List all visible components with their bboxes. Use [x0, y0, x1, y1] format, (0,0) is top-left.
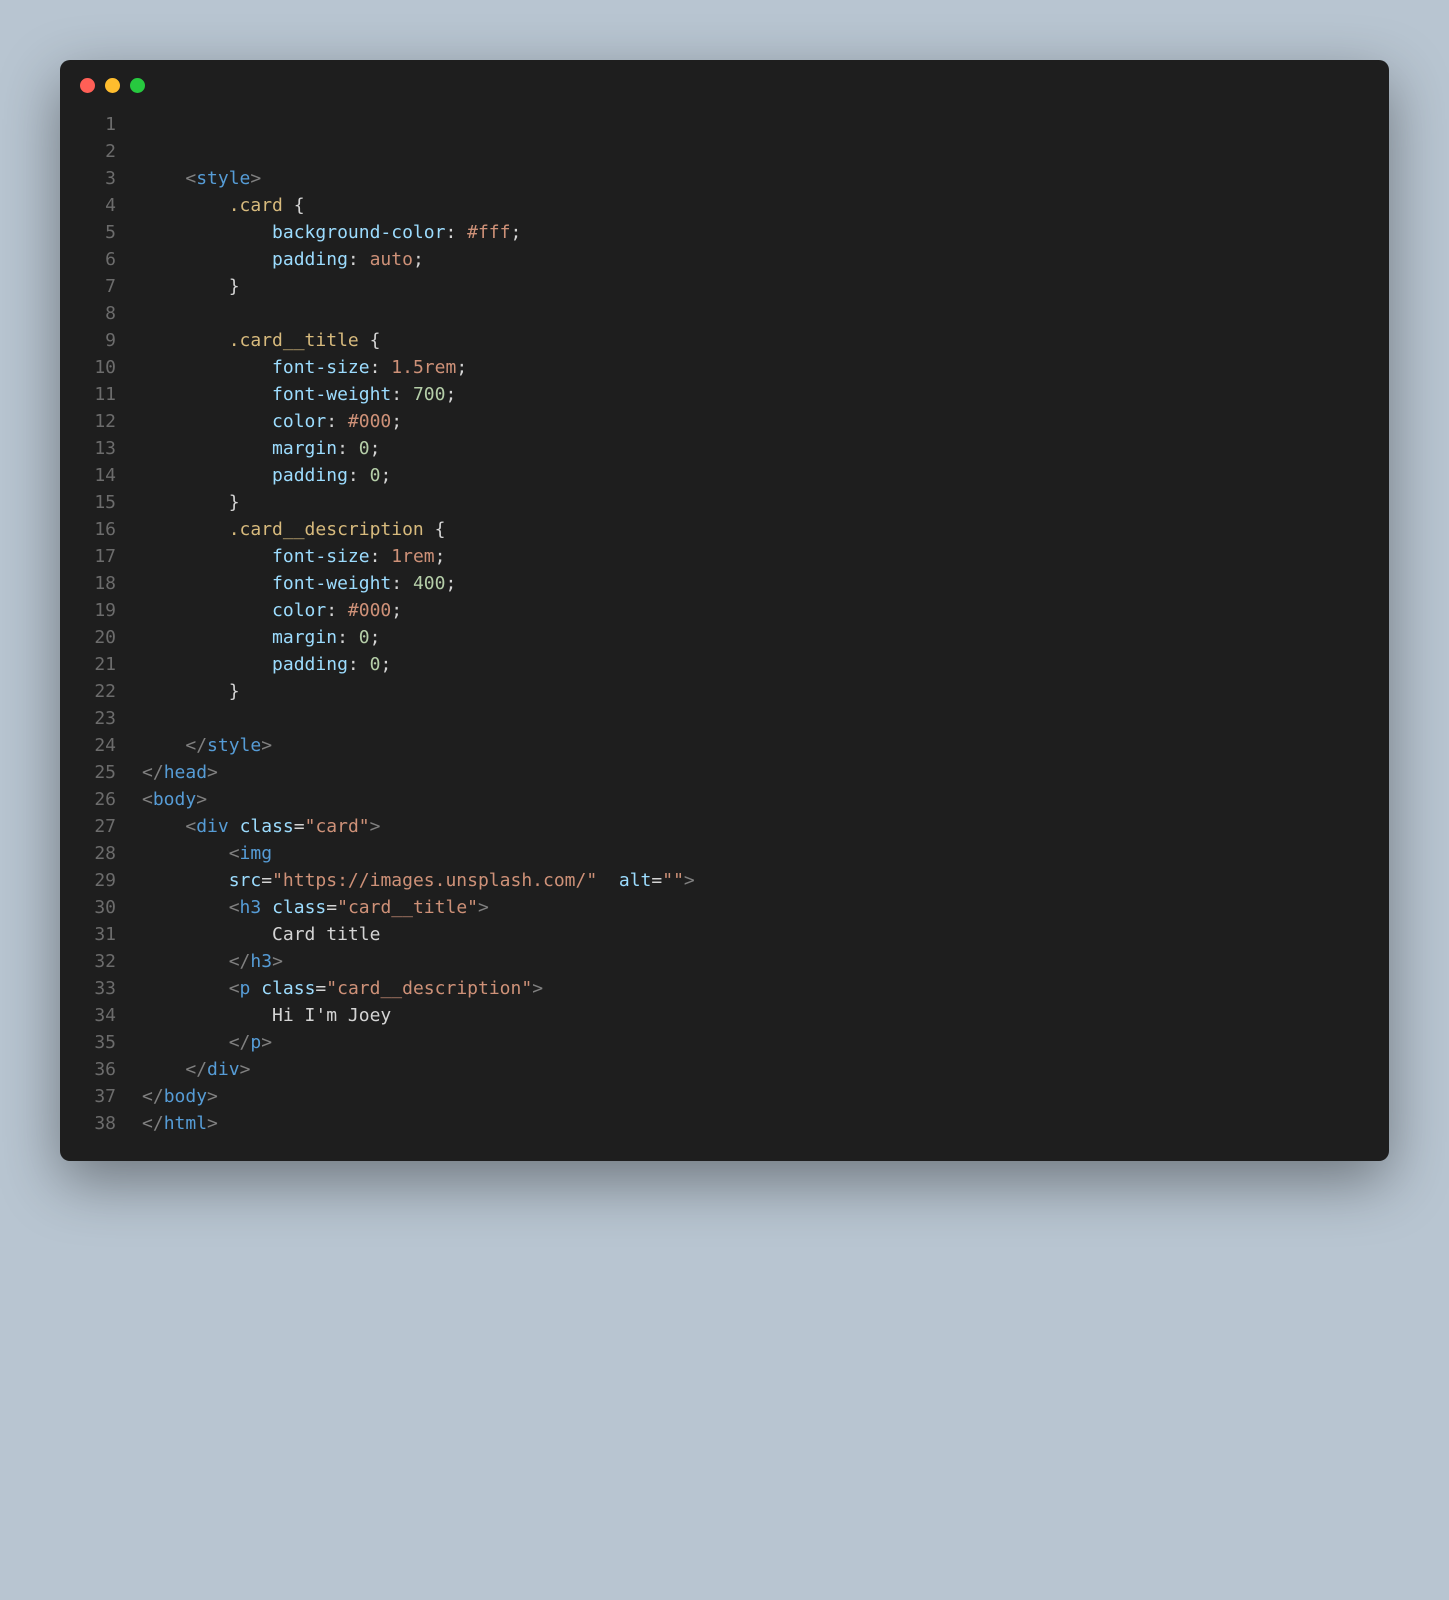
- code-editor-window: 1 2 3 <style> 4 .card { 5 background-col…: [60, 60, 1389, 1161]
- code-line: 3 <style>: [80, 165, 1369, 192]
- line-number: 1: [80, 111, 116, 138]
- line-number: 4: [80, 192, 116, 219]
- code-line: 32 </h3>: [80, 948, 1369, 975]
- line-number: 14: [80, 462, 116, 489]
- line-number: 17: [80, 543, 116, 570]
- line-number: 33: [80, 975, 116, 1002]
- code-line: 10 font-size: 1.5rem;: [80, 354, 1369, 381]
- code-line: 33 <p class="card__description">: [80, 975, 1369, 1002]
- code-line: 16 .card__description {: [80, 516, 1369, 543]
- minimize-icon[interactable]: [105, 78, 120, 93]
- line-number: 8: [80, 300, 116, 327]
- code-line: 7 }: [80, 273, 1369, 300]
- code-line: 22 }: [80, 678, 1369, 705]
- line-number: 6: [80, 246, 116, 273]
- code-line: 6 padding: auto;: [80, 246, 1369, 273]
- code-line: 20 margin: 0;: [80, 624, 1369, 651]
- code-line: 30 <h3 class="card__title">: [80, 894, 1369, 921]
- code-line: 11 font-weight: 700;: [80, 381, 1369, 408]
- line-number: 28: [80, 840, 116, 867]
- line-number: 38: [80, 1110, 116, 1137]
- line-number: 24: [80, 732, 116, 759]
- line-number: 5: [80, 219, 116, 246]
- line-number: 11: [80, 381, 116, 408]
- code-line: 38</html>: [80, 1110, 1369, 1137]
- code-line: 37</body>: [80, 1083, 1369, 1110]
- code-line: 1: [80, 111, 1369, 138]
- line-number: 7: [80, 273, 116, 300]
- line-number: 30: [80, 894, 116, 921]
- line-number: 35: [80, 1029, 116, 1056]
- line-number: 9: [80, 327, 116, 354]
- code-line: 4 .card {: [80, 192, 1369, 219]
- code-line: 17 font-size: 1rem;: [80, 543, 1369, 570]
- code-line: 18 font-weight: 400;: [80, 570, 1369, 597]
- code-line: 27 <div class="card">: [80, 813, 1369, 840]
- code-line: 13 margin: 0;: [80, 435, 1369, 462]
- code-line: 35 </p>: [80, 1029, 1369, 1056]
- code-line: 24 </style>: [80, 732, 1369, 759]
- line-number: 19: [80, 597, 116, 624]
- code-line: 23: [80, 705, 1369, 732]
- code-line: 2: [80, 138, 1369, 165]
- code-line: 5 background-color: #fff;: [80, 219, 1369, 246]
- line-number: 10: [80, 354, 116, 381]
- code-line: 29 src="https://images.unsplash.com/" al…: [80, 867, 1369, 894]
- line-number: 2: [80, 138, 116, 165]
- line-number: 32: [80, 948, 116, 975]
- code-line: 19 color: #000;: [80, 597, 1369, 624]
- line-number: 15: [80, 489, 116, 516]
- title-bar: [60, 60, 1389, 111]
- code-line: 8: [80, 300, 1369, 327]
- line-number: 36: [80, 1056, 116, 1083]
- line-number: 3: [80, 165, 116, 192]
- line-number: 25: [80, 759, 116, 786]
- close-icon[interactable]: [80, 78, 95, 93]
- code-line: 14 padding: 0;: [80, 462, 1369, 489]
- code-line: 9 .card__title {: [80, 327, 1369, 354]
- line-number: 18: [80, 570, 116, 597]
- maximize-icon[interactable]: [130, 78, 145, 93]
- line-number: 31: [80, 921, 116, 948]
- line-number: 26: [80, 786, 116, 813]
- line-number: 16: [80, 516, 116, 543]
- line-number: 20: [80, 624, 116, 651]
- line-number: 37: [80, 1083, 116, 1110]
- line-number: 27: [80, 813, 116, 840]
- code-line: 25</head>: [80, 759, 1369, 786]
- line-number: 22: [80, 678, 116, 705]
- line-number: 13: [80, 435, 116, 462]
- code-line: 36 </div>: [80, 1056, 1369, 1083]
- code-line: 31 Card title: [80, 921, 1369, 948]
- code-area[interactable]: 1 2 3 <style> 4 .card { 5 background-col…: [60, 111, 1389, 1161]
- line-number: 21: [80, 651, 116, 678]
- code-line: 34 Hi I'm Joey: [80, 1002, 1369, 1029]
- code-line: 12 color: #000;: [80, 408, 1369, 435]
- code-line: 21 padding: 0;: [80, 651, 1369, 678]
- line-number: 12: [80, 408, 116, 435]
- code-line: 26<body>: [80, 786, 1369, 813]
- line-number: 29: [80, 867, 116, 894]
- code-line: 28 <img: [80, 840, 1369, 867]
- line-number: 34: [80, 1002, 116, 1029]
- line-number: 23: [80, 705, 116, 732]
- code-line: 15 }: [80, 489, 1369, 516]
